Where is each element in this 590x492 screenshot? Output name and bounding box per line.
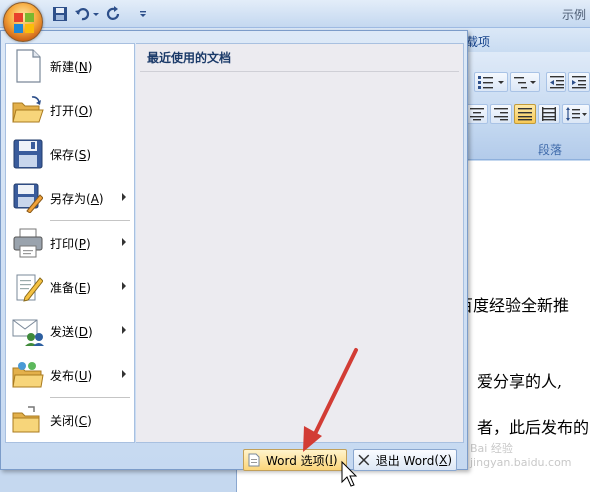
multilevel-list-button[interactable]	[510, 72, 540, 92]
customize-qat-icon[interactable]	[138, 6, 148, 22]
menu-item-open[interactable]: 打开(O)	[6, 88, 134, 132]
send-icon	[12, 319, 44, 346]
menu-item-label: 关闭(C)	[50, 413, 92, 428]
menu-item-save[interactable]: 保存(S)	[6, 132, 134, 176]
distributed-icon	[542, 107, 556, 121]
watermark: Bai 经验 jingyan.baidu.com	[470, 442, 572, 469]
line-spacing-icon	[566, 107, 587, 121]
word-options-button[interactable]: Word 选项(I)	[243, 449, 347, 471]
open-folder-icon	[12, 96, 44, 123]
align-right-button[interactable]	[490, 104, 512, 124]
exit-word-button[interactable]: 退出 Word(X)	[353, 449, 457, 471]
numbering-icon	[478, 76, 504, 89]
recent-documents-panel: 最近使用的文档	[136, 43, 464, 443]
menu-item-label: 打开(O)	[50, 103, 93, 118]
align-center-button[interactable]	[466, 104, 488, 124]
save-icon[interactable]	[52, 6, 68, 22]
title-bar: 示例	[0, 0, 590, 28]
menu-commands: 新建(N) 打开(O) 保存(S) 另存为(A) 打印(P) 准备(E) 发送(…	[5, 43, 135, 443]
menu-item-label: 准备(E)	[50, 280, 91, 295]
close-folder-icon	[12, 406, 40, 433]
submenu-arrow-icon	[122, 193, 126, 201]
save-as-icon	[13, 183, 43, 213]
multilevel-list-icon	[514, 77, 536, 89]
menu-item-close[interactable]: 关闭(C)	[6, 398, 134, 442]
printer-icon	[13, 228, 43, 258]
submenu-arrow-icon	[122, 282, 126, 290]
align-right-icon	[494, 108, 508, 121]
decrease-indent-icon	[550, 76, 564, 89]
submenu-arrow-icon	[122, 238, 126, 246]
menu-item-send[interactable]: 发送(D)	[6, 309, 134, 353]
line-spacing-button[interactable]	[562, 104, 590, 124]
menu-item-label: 另存为(A)	[50, 191, 104, 206]
office-menu: 新建(N) 打开(O) 保存(S) 另存为(A) 打印(P) 准备(E) 发送(…	[0, 30, 468, 471]
paragraph-group-label: 段落	[538, 143, 563, 157]
save-disk-icon	[13, 139, 43, 169]
prepare-pencil-icon	[16, 274, 43, 302]
menu-item-prepare[interactable]: 准备(E)	[6, 265, 134, 309]
office-button[interactable]	[3, 2, 43, 42]
align-center-icon	[470, 108, 484, 121]
increase-indent-button[interactable]	[568, 72, 590, 92]
new-document-icon	[16, 49, 41, 83]
recent-documents-title: 最近使用的文档	[140, 44, 459, 72]
menu-item-publish[interactable]: 发布(U)	[6, 353, 134, 397]
document-line: 百度经验全新推	[457, 296, 570, 315]
tab-add-ins[interactable]: 载项	[466, 33, 490, 50]
exit-x-icon	[358, 454, 370, 466]
menu-item-label: 发布(U)	[50, 368, 93, 383]
undo-dropdown-icon[interactable]	[92, 6, 100, 22]
numbering-button[interactable]	[474, 72, 508, 92]
document-line: 爱分享的人,	[477, 372, 563, 391]
distributed-button[interactable]	[538, 104, 560, 124]
undo-icon[interactable]	[74, 6, 90, 22]
justify-icon	[518, 108, 532, 121]
window-title: 示例	[561, 8, 586, 22]
office-logo-icon	[14, 13, 34, 33]
menu-item-print[interactable]: 打印(P)	[6, 221, 134, 265]
menu-bottom-bar: Word 选项(I) 退出 Word(X)	[1, 445, 467, 471]
menu-item-label: 打印(P)	[50, 236, 91, 251]
submenu-arrow-icon	[122, 326, 126, 334]
word-options-icon	[248, 453, 260, 467]
menu-item-label: 保存(S)	[50, 147, 92, 162]
menu-item-new[interactable]: 新建(N)	[6, 44, 134, 88]
menu-item-save-as[interactable]: 另存为(A)	[6, 176, 134, 220]
menu-item-label: 发送(D)	[50, 324, 93, 339]
menu-item-label: 新建(N)	[50, 59, 93, 74]
decrease-indent-button[interactable]	[546, 72, 566, 92]
submenu-arrow-icon	[122, 370, 126, 378]
document-line: 者，此后发布的	[477, 418, 590, 437]
publish-folder-icon	[12, 362, 44, 388]
justify-button[interactable]	[514, 104, 536, 124]
redo-icon[interactable]	[106, 6, 122, 22]
increase-indent-icon	[572, 76, 586, 89]
